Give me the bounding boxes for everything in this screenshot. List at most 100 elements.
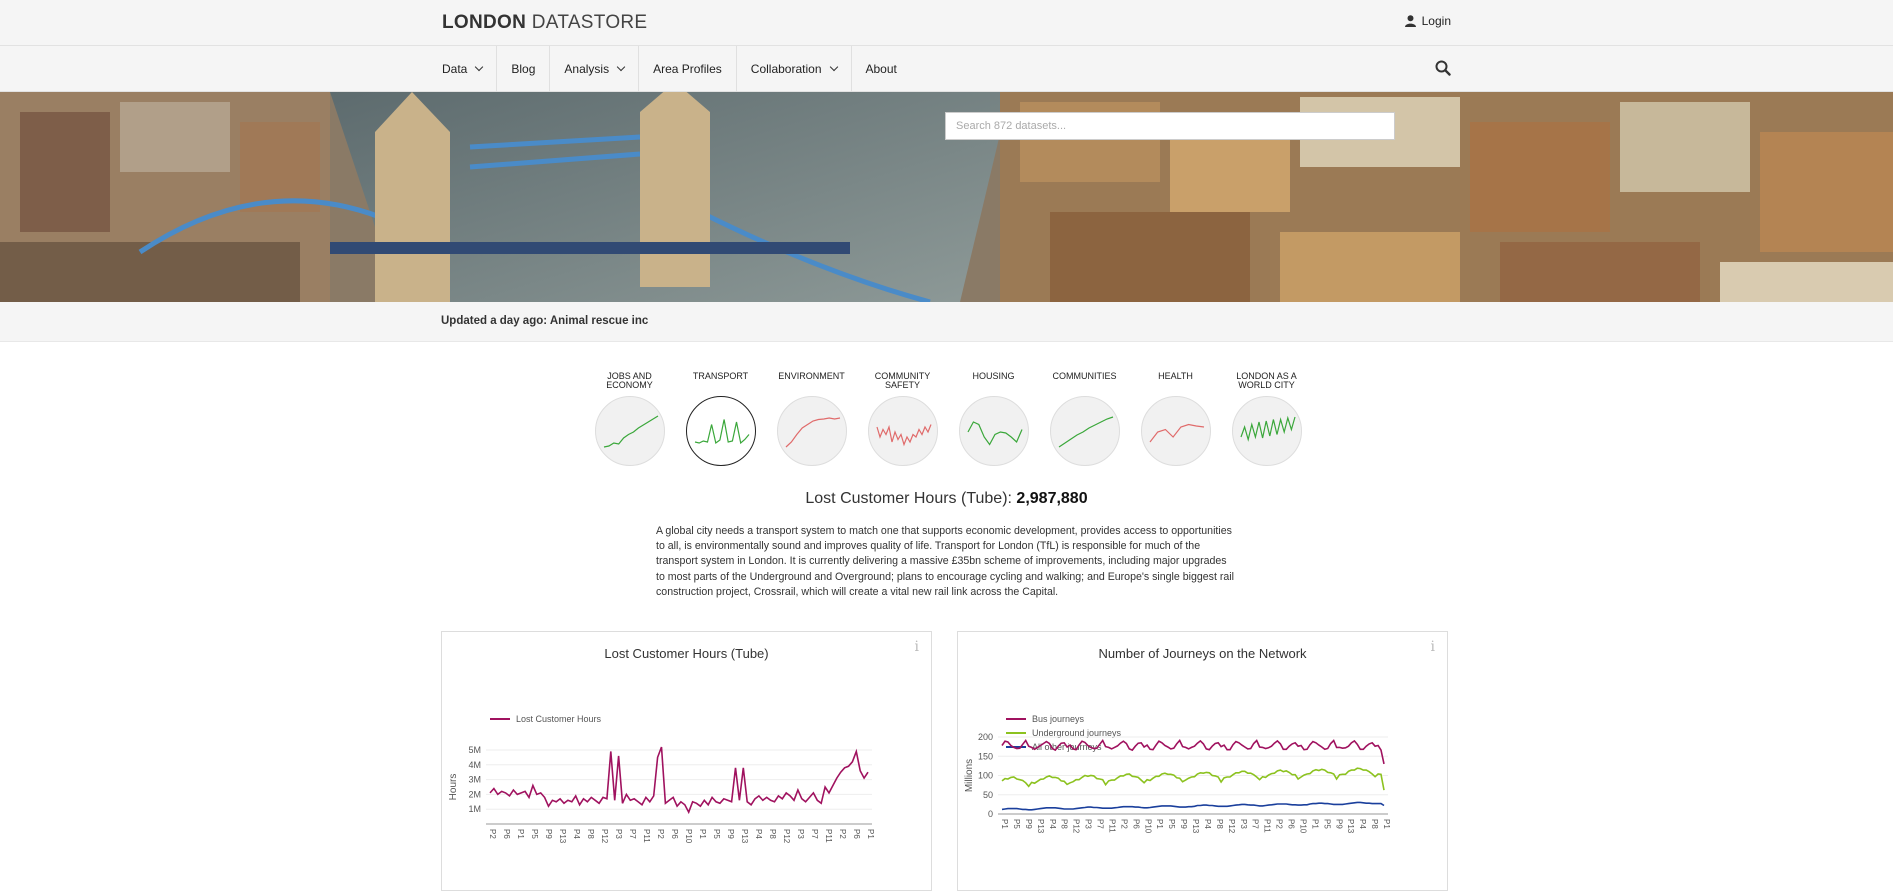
nav-item-label: Data — [442, 62, 468, 76]
x-tick-label: P6 — [670, 829, 679, 839]
x-tick-label: P13 — [1036, 819, 1045, 834]
nav-item-label: Collaboration — [750, 62, 822, 76]
x-tick-label: P6 — [852, 829, 861, 839]
nav-item-analysis[interactable]: Analysis — [550, 46, 640, 92]
chart-title: Lost Customer Hours (Tube) — [604, 646, 769, 661]
x-tick-label: P13 — [558, 829, 567, 844]
x-tick-label: P11 — [642, 829, 651, 843]
x-tick-label: P5 — [712, 829, 721, 839]
y-tick-label: 2M — [468, 789, 481, 799]
x-tick-label: P8 — [586, 829, 595, 839]
theme-jobs-and-economy[interactable]: Jobs and Economy — [584, 372, 675, 466]
theme-community-safety[interactable]: Community Safety — [857, 372, 948, 466]
nav-item-label: Area Profiles — [653, 62, 722, 76]
login-link[interactable]: Login — [1404, 14, 1451, 28]
info-icon[interactable]: i — [915, 639, 919, 655]
dataset-search-input[interactable] — [945, 112, 1395, 140]
y-tick-label: 150 — [978, 751, 993, 761]
x-tick-label: P7 — [810, 829, 819, 839]
y-axis-label: Millions — [964, 759, 975, 792]
nav-item-label: Analysis — [564, 62, 610, 76]
y-axis-label: Hours — [448, 774, 459, 801]
x-tick-label: P3 — [614, 829, 623, 839]
x-tick-label: P2 — [488, 829, 497, 839]
info-icon[interactable]: i — [1431, 639, 1435, 655]
nav-item-blog[interactable]: Blog — [497, 46, 551, 92]
x-tick-label: P9 — [544, 829, 553, 839]
nav-item-data[interactable]: Data — [442, 46, 498, 92]
theme-label: Environment — [778, 371, 845, 381]
x-tick-label: P11 — [1107, 819, 1116, 833]
metric-value: 2,987,880 — [1016, 490, 1088, 507]
theme-london-as-a-world-city[interactable]: London as a World City — [1221, 372, 1312, 466]
x-tick-label: P4 — [1048, 819, 1057, 829]
x-tick-label: P5 — [1012, 819, 1021, 829]
theme-label: Transport — [692, 371, 749, 381]
nav-item-about[interactable]: About — [852, 46, 911, 92]
nav-item-label: Blog — [511, 62, 536, 76]
x-tick-label: P1 — [516, 829, 525, 839]
series-line — [1001, 767, 1385, 791]
y-tick-label: 100 — [978, 771, 993, 781]
y-tick-label: 4M — [468, 760, 481, 770]
theme-environment[interactable]: Environment — [766, 372, 857, 466]
theme-health[interactable]: Health — [1130, 372, 1221, 466]
user-icon — [1404, 15, 1416, 27]
x-tick-label: P11 — [824, 829, 833, 843]
theme-transport[interactable]: Transport — [675, 372, 766, 466]
theme-sparkline — [958, 396, 1029, 466]
x-tick-label: P4 — [1358, 819, 1367, 829]
theme-sparkline — [1140, 396, 1211, 466]
theme-label: London as a World City — [1236, 371, 1297, 390]
x-tick-label: P7 — [1096, 819, 1105, 829]
y-tick-label: 0 — [988, 809, 993, 819]
chevron-down-icon — [616, 62, 626, 72]
main-navbar: Data Blog Analysis Area Profiles Collaborati… — [0, 46, 1893, 92]
nav-item-area-profiles[interactable]: Area Profiles — [639, 46, 737, 92]
updated-strip: Updated a day ago: Animal rescue inc — [0, 302, 1893, 342]
theme-description: A global city needs a transport system t… — [656, 525, 1234, 598]
main-nav: Data Blog Analysis Area Profiles Collaborati… — [442, 46, 911, 92]
x-tick-label: P12 — [600, 829, 609, 844]
x-tick-label: P8 — [1370, 819, 1379, 829]
legend-item[interactable]: Lost Customer Hours — [490, 714, 602, 724]
chevron-down-icon — [829, 62, 838, 72]
x-tick-label: P6 — [1287, 819, 1296, 829]
series-line — [1001, 801, 1385, 811]
x-tick-label: P1 — [1000, 819, 1009, 829]
x-tick-label: P2 — [656, 829, 665, 839]
y-tick-label: 200 — [978, 732, 993, 742]
nav-item-label: About — [865, 62, 897, 76]
x-tick-label: P12 — [782, 829, 791, 844]
metric-headline: Lost Customer Hours (Tube): 2,987,880 — [0, 490, 1893, 508]
theme-label: Health — [1158, 371, 1193, 381]
x-tick-label: P8 — [1215, 819, 1224, 829]
x-tick-label: P13 — [740, 829, 749, 844]
journeys-chart: Bus journeysUnderground journeysAll othe… — [964, 714, 1391, 834]
theme-sparkline — [867, 396, 938, 466]
x-tick-label: P3 — [1239, 819, 1248, 829]
theme-communities[interactable]: Communities — [1039, 372, 1130, 466]
x-tick-label: P2 — [1275, 819, 1284, 829]
updated-text: Updated a day ago: Animal rescue inc — [441, 315, 649, 327]
x-tick-label: P2 — [1119, 819, 1128, 829]
x-tick-label: P4 — [1203, 819, 1212, 829]
theme-housing[interactable]: Housing — [948, 372, 1039, 466]
site-logo[interactable]: LONDON DATASTORE — [442, 12, 647, 34]
legend-label: Bus journeys — [1032, 714, 1085, 724]
y-tick-label: 1M — [468, 804, 481, 814]
login-label: Login — [1421, 14, 1451, 28]
x-tick-label: P13 — [1191, 819, 1200, 834]
theme-label: Jobs and Economy — [606, 371, 653, 390]
x-tick-label: P5 — [1167, 819, 1176, 829]
chart-card-journeys: Number of Journeys on the Network i Bus … — [957, 631, 1448, 891]
legend-item[interactable]: Bus journeys — [1006, 714, 1085, 724]
nav-item-collaboration[interactable]: Collaboration — [737, 46, 852, 92]
theme-sparkline — [1231, 396, 1302, 466]
x-tick-label: P4 — [572, 829, 581, 839]
theme-label: Communities — [1052, 371, 1117, 381]
x-tick-label: P12 — [1072, 819, 1081, 834]
chevron-down-icon — [475, 62, 484, 72]
x-tick-label: P11 — [1263, 819, 1272, 833]
search-icon[interactable] — [1435, 60, 1451, 76]
